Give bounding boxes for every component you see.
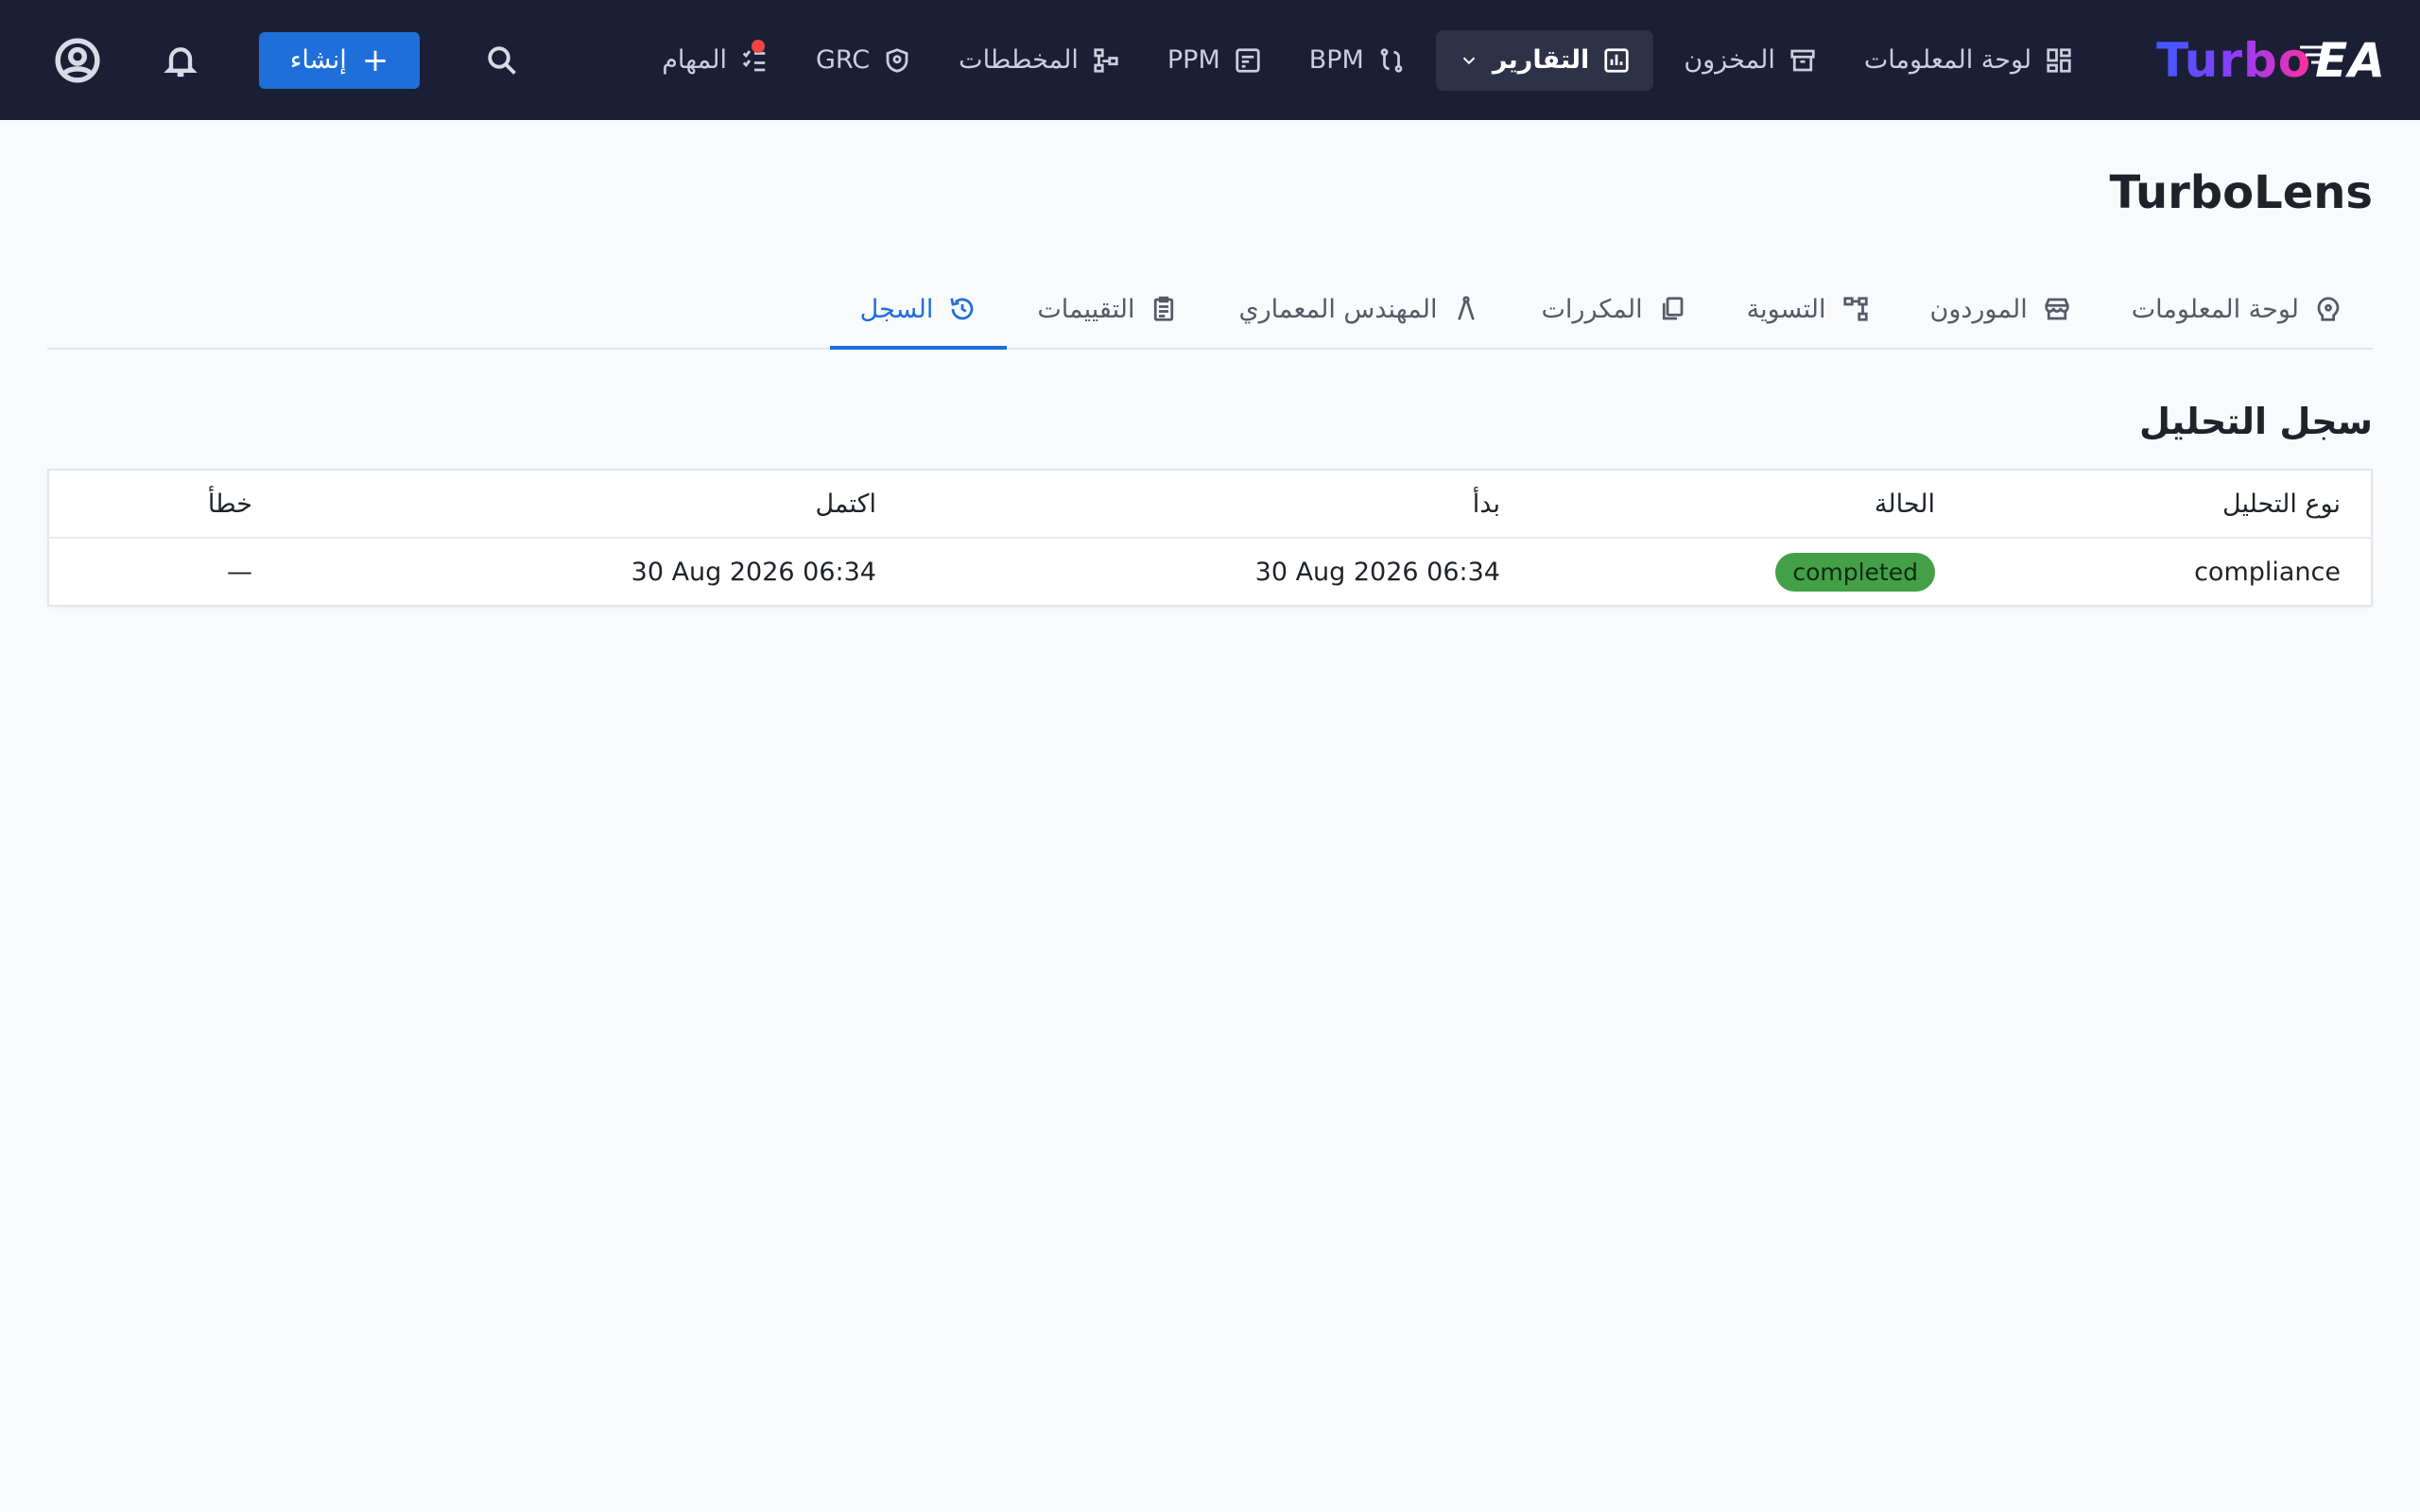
diagram-icon xyxy=(1094,47,1118,73)
bell-icon xyxy=(164,46,198,77)
tab-assessments[interactable]: التقييمات xyxy=(1007,270,1208,348)
cell-status: completed xyxy=(1530,538,1965,606)
nav-item-ppm[interactable]: PPM xyxy=(1150,30,1279,91)
cell-completed-value: 30 Aug 2026 06:34 xyxy=(631,557,876,587)
archive-box-icon xyxy=(1790,49,1815,71)
account-circle-icon xyxy=(55,37,100,83)
copy-icon xyxy=(1662,297,1683,320)
column-header-error[interactable]: خطأ xyxy=(48,470,283,539)
storefront-icon xyxy=(2045,298,2069,320)
nav-item-bpm[interactable]: BPM xyxy=(1292,30,1423,91)
tab-label: السجل xyxy=(859,294,934,324)
table-header-row: نوع التحليل الحالة بدأ اكتمل خطأ xyxy=(48,470,2372,539)
column-header-completed[interactable]: اكتمل xyxy=(283,470,907,539)
bar-chart-icon xyxy=(1604,47,1629,73)
cell-type: compliance xyxy=(1965,538,2372,606)
nav-item-label: GRC xyxy=(815,45,871,75)
dashboard-grid-icon xyxy=(2047,47,2071,73)
analysis-log-title: سجل التحليل xyxy=(2138,401,2373,442)
tab-label: التقييمات xyxy=(1037,294,1135,324)
main-nav: لوحة المعلومات المخزون التقارير BPM PPM … xyxy=(631,0,2090,120)
history-icon xyxy=(950,298,974,320)
nav-item-reports[interactable]: التقارير xyxy=(1435,29,1654,91)
tab-label: المكررات xyxy=(1541,294,1643,324)
column-header-started[interactable]: بدأ xyxy=(907,470,1530,539)
top-navigation-bar: Turbo EA لوحة المعلومات المخزون التقارير… xyxy=(0,0,2420,120)
nav-item-diagrams[interactable]: المخططات xyxy=(942,30,1137,91)
tab-label: الموردون xyxy=(1929,294,2028,324)
nav-item-grc[interactable]: GRC xyxy=(799,30,928,91)
cell-error-value: — xyxy=(227,557,252,587)
logo-turbo-text: Turbo xyxy=(2156,32,2312,88)
nav-item-label: لوحة المعلومات xyxy=(1863,45,2032,75)
clipboard-icon xyxy=(1154,296,1174,321)
search-button[interactable] xyxy=(476,35,527,86)
cell-error: — xyxy=(48,538,283,606)
logo-ea-text: EA xyxy=(2300,33,2386,88)
notifications-button[interactable] xyxy=(155,35,206,86)
nav-item-tasks[interactable]: المهام xyxy=(645,30,786,91)
tab-label: لوحة المعلومات xyxy=(2131,294,2299,324)
cell-started: 30 Aug 2026 06:34 xyxy=(907,538,1530,606)
speed-lines-icon xyxy=(2300,45,2329,63)
cell-started-value: 30 Aug 2026 06:34 xyxy=(1254,557,1500,587)
nav-item-label: التقارير xyxy=(1492,45,1590,75)
plus-icon: + xyxy=(361,41,389,79)
notification-dot xyxy=(751,39,765,53)
table-row[interactable]: compliance completed 30 Aug 2026 06:34 3… xyxy=(48,538,2372,606)
cell-completed: 30 Aug 2026 06:34 xyxy=(283,538,907,606)
nav-item-label: PPM xyxy=(1167,45,1220,75)
hierarchy-icon xyxy=(1842,297,1868,321)
tab-history[interactable]: السجل xyxy=(829,270,1008,350)
nav-item-label: المخزون xyxy=(1684,45,1775,75)
search-icon xyxy=(488,45,516,75)
column-header-type[interactable]: نوع التحليل xyxy=(1965,470,2372,539)
nav-item-inventory[interactable]: المخزون xyxy=(1667,30,1834,91)
compass-icon xyxy=(1458,296,1476,320)
turbolens-tabs: لوحة المعلومات الموردون التسوية المكررات… xyxy=(47,270,2373,350)
tab-label: المهندس المعماري xyxy=(1238,294,1438,324)
cell-type-value: compliance xyxy=(2194,557,2341,587)
insights-icon xyxy=(2317,297,2340,321)
tab-reconciliation[interactable]: التسوية xyxy=(1717,270,1900,348)
page-title: TurboLens xyxy=(2109,166,2373,219)
tab-architect[interactable]: المهندس المعماري xyxy=(1208,270,1511,348)
analysis-log-table: نوع التحليل الحالة بدأ اكتمل خطأ complia… xyxy=(47,469,2373,607)
nav-item-dashboard[interactable]: لوحة المعلومات xyxy=(1847,30,2090,91)
chevron-down-icon xyxy=(1462,57,1476,64)
turboea-logo[interactable]: Turbo EA xyxy=(2156,33,2386,88)
nav-item-label: المخططات xyxy=(959,45,1079,75)
process-flow-icon xyxy=(1380,47,1403,73)
nav-item-label: المهام xyxy=(662,45,727,75)
shield-icon xyxy=(886,47,908,73)
tab-label: التسوية xyxy=(1746,294,1826,324)
account-button[interactable] xyxy=(49,32,106,89)
tab-duplicates[interactable]: المكررات xyxy=(1511,270,1716,348)
column-header-status[interactable]: الحالة xyxy=(1530,470,1965,539)
nav-item-label: BPM xyxy=(1308,45,1364,75)
create-button-label: إنشاء xyxy=(289,45,347,75)
tab-dashboard[interactable]: لوحة المعلومات xyxy=(2101,270,2373,348)
tab-vendors[interactable]: الموردون xyxy=(1900,270,2101,348)
status-badge: completed xyxy=(1775,552,1935,592)
create-button[interactable]: + إنشاء xyxy=(259,31,420,89)
project-board-icon xyxy=(1236,47,1260,73)
